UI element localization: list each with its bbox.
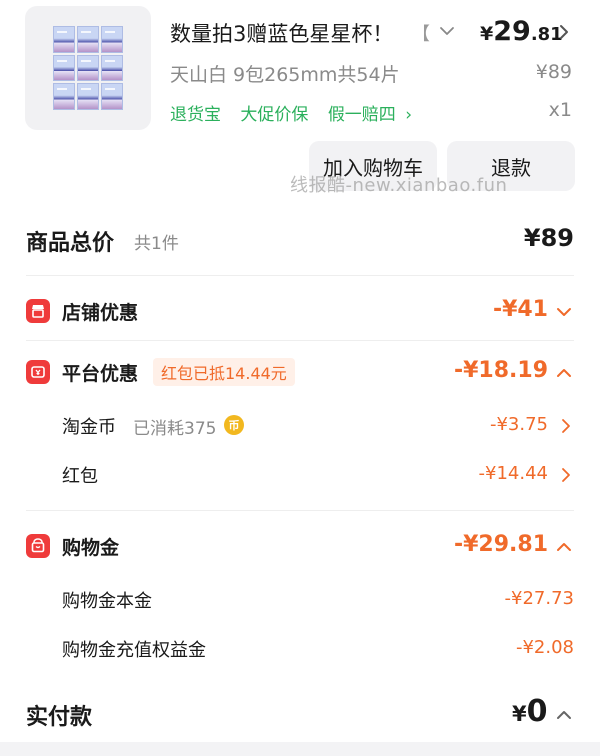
chevron-right-icon[interactable] (560, 418, 572, 434)
taojinbi-label: 淘金币 (62, 417, 116, 438)
chevron-down-icon[interactable] (555, 303, 573, 321)
item-count: 共1件 (134, 234, 179, 254)
taojinbi-amount[interactable]: -¥3.75 (490, 414, 548, 435)
credit-principal-label: 购物金本金 (62, 591, 152, 612)
product-card[interactable]: 数量拍3赠蓝色星星杯！ 【 ¥29.81 天山白 9包265mm共54片 ¥89… (0, 0, 600, 200)
red-packet-label: 红包 (62, 466, 98, 487)
wallet-icon (26, 534, 50, 558)
store-icon (26, 299, 50, 323)
paid-value: 0 (526, 694, 548, 729)
platform-discount-label: 平台优惠 (62, 363, 139, 385)
service-fake-compensation: 假一赔四 (327, 105, 396, 125)
credit-principal-amount: -¥27.73 (504, 588, 574, 609)
credit-bonus-label: 购物金充值权益金 (62, 640, 206, 661)
product-quantity: x1 (548, 99, 572, 121)
chevron-down-icon[interactable] (438, 22, 456, 40)
store-discount-amount[interactable]: -¥41 (493, 297, 548, 322)
paid-amount: ¥0 (512, 694, 548, 729)
red-packet-tag: 红包已抵14.44元 (153, 358, 295, 386)
total-price-amount: ¥89 (523, 224, 574, 252)
credit-bonus-amount: -¥2.08 (515, 637, 574, 658)
order-detail-page: 数量拍3赠蓝色星星杯！ 【 ¥29.81 天山白 9包265mm共54片 ¥89… (0, 0, 600, 756)
total-price-label: 商品总价 (26, 231, 115, 256)
red-packet-amount[interactable]: -¥14.44 (479, 463, 548, 484)
original-price: ¥89 (535, 61, 572, 83)
product-title[interactable]: 数量拍3赠蓝色星星杯！ (170, 18, 393, 48)
product-title-bracket: 【 (412, 24, 430, 45)
services-arrow-icon: › (405, 105, 413, 125)
price-currency: ¥ (480, 23, 494, 45)
chevron-right-icon[interactable] (560, 467, 572, 483)
product-price: ¥29.81 (480, 16, 563, 47)
price-integer: 29 (493, 16, 531, 47)
product-sku: 天山白 9包265mm共54片 (170, 64, 400, 86)
shopping-credit-label: 购物金 (62, 537, 120, 559)
product-image[interactable] (25, 6, 151, 130)
coupon-icon (26, 360, 50, 384)
platform-discount-amount[interactable]: -¥18.19 (454, 358, 548, 383)
chevron-up-icon[interactable] (555, 706, 573, 724)
service-price-protection: 大促价保 (240, 105, 309, 125)
service-return-insurance: 退货宝 (170, 105, 221, 125)
shopping-credit-amount[interactable]: -¥29.81 (454, 532, 548, 557)
divider (26, 275, 574, 276)
bottom-bar (0, 742, 600, 756)
chevron-up-icon[interactable] (555, 538, 573, 556)
paid-label: 实付款 (26, 705, 93, 730)
chevron-right-icon[interactable] (556, 23, 572, 41)
divider (26, 340, 574, 341)
coin-icon: 币 (224, 415, 244, 435)
store-discount-label: 店铺优惠 (62, 302, 139, 324)
divider (26, 510, 574, 511)
service-guarantees[interactable]: 退货宝 大促价保 假一赔四 › (170, 100, 426, 125)
product-pack-illustration (53, 26, 123, 110)
chevron-up-icon[interactable] (555, 364, 573, 382)
taojinbi-consumed-note: 已消耗375 (133, 419, 217, 439)
paid-currency: ¥ (512, 702, 527, 726)
watermark-text: 线报酷-new.xianbao.fun (290, 175, 508, 196)
